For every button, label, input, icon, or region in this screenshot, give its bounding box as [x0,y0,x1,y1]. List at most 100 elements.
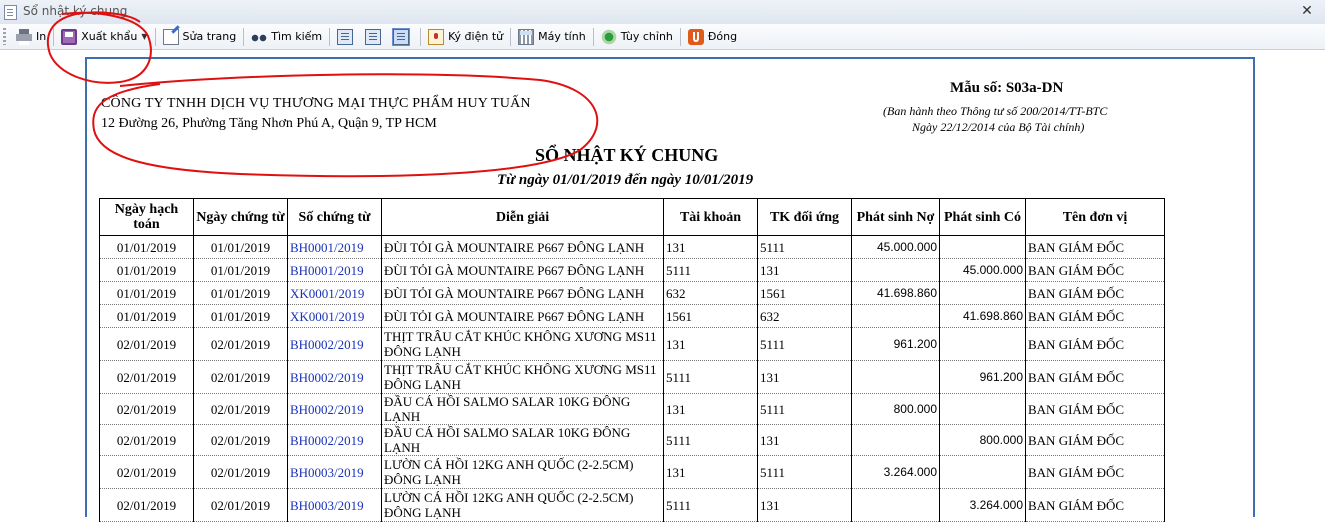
unit-name-cell: BAN GIÁM ĐỐC [1025,281,1165,305]
table-row[interactable]: 01/01/2019 01/01/2019 BH0001/2019 ĐÙI TỎI G… [99,235,1165,259]
col-description: Diễn giải [381,198,664,236]
toolbar-separator [679,27,681,46]
report-title: SỔ NHẬT KÝ CHUNG [535,145,719,165]
find-button[interactable]: Tìm kiếm [247,26,326,48]
table-row[interactable]: 01/01/2019 01/01/2019 BH0001/2019 ĐÙI TỎI G… [99,258,1165,282]
toolbar-grip[interactable] [3,28,6,45]
close-label: Đóng [707,30,738,43]
e-sign-button[interactable]: Ký điện tử [424,26,507,48]
page-border-right [1253,57,1255,517]
document-no-link[interactable]: BH0003/2019 [287,455,382,489]
account-cell: 131 [663,455,758,489]
view-page-width-button[interactable] [361,26,389,48]
col-debit: Phát sinh Nợ [851,198,940,236]
view-whole-page-button[interactable] [389,26,417,48]
export-button[interactable]: Xuất khẩu ▼ [57,26,151,48]
edit-page-button[interactable]: Sửa trang [159,26,241,48]
calculator-button[interactable]: Máy tính [514,26,590,48]
description-cell: ĐẦU CÁ HỒI SALMO SALAR 10KG ĐÔNG LẠNH [381,393,664,425]
toolbar-separator [243,27,245,46]
company-name: CÔNG TY TNHH DỊCH VỤ THƯƠNG MẠI THỰC PHẨ… [101,96,531,111]
window-title: Sổ nhật ký chung [23,4,128,18]
document-icon [4,5,17,20]
account-cell: 131 [663,235,758,259]
document-date-cell: 02/01/2019 [193,455,288,489]
description-cell: THỊT TRÂU CẮT KHÚC KHÔNG XƯƠNG MS11 ĐÔNG… [381,327,664,361]
unit-name-cell: BAN GIÁM ĐỐC [1025,393,1165,425]
debit-cell [851,424,940,456]
description-cell: ĐÙI TỎI GÀ MOUNTAIRE P667 ĐÔNG LẠNH [381,235,664,259]
options-label: Tùy chỉnh [620,30,673,43]
edit-page-icon [162,28,179,45]
credit-cell [939,455,1026,489]
table-row[interactable]: 02/01/2019 02/01/2019 BH0002/2019 THỊT TRÂU… [99,327,1165,361]
whole-page-icon [392,27,411,46]
document-no-link[interactable]: BH0002/2019 [287,424,382,456]
col-posting-date: Ngày hạch toán [99,198,194,236]
print-button[interactable]: In [12,26,50,48]
close-report-button[interactable]: Đóng [684,26,741,48]
debit-cell: 961.200 [851,327,940,361]
window-close-button[interactable]: ✕ [1297,2,1317,20]
posting-date-cell: 02/01/2019 [99,360,194,394]
options-button[interactable]: Tùy chỉnh [597,26,677,48]
save-icon [61,28,78,45]
document-no-link[interactable]: BH0002/2019 [287,360,382,394]
credit-cell: 41.698.860 [939,304,1026,328]
table-row[interactable]: 01/01/2019 01/01/2019 XK0001/2019 ĐÙI TỎI G… [99,304,1165,328]
credit-cell: 961.200 [939,360,1026,394]
document-no-link[interactable]: BH0002/2019 [287,393,382,425]
document-no-link[interactable]: BH0001/2019 [287,235,382,259]
credit-cell [939,393,1026,425]
toolbar: In Xuất khẩu ▼ Sửa trang Tìm kiếm Ký điệ… [0,24,1325,50]
document-no-link[interactable]: BH0001/2019 [287,258,382,282]
chevron-down-icon[interactable]: ▼ [141,32,147,41]
debit-cell [851,304,940,328]
unit-name-cell: BAN GIÁM ĐỐC [1025,455,1165,489]
debit-cell: 45.000.000 [851,235,940,259]
toolbar-separator [53,27,55,46]
description-cell: LƯỜN CÁ HỒI 12KG ANH QUỐC (2-2.5CM) ĐÔNG… [381,455,664,489]
table-row[interactable]: 02/01/2019 02/01/2019 BH0002/2019 ĐẦU CÁ HỒ… [99,424,1165,456]
credit-cell [939,281,1026,305]
find-label: Tìm kiếm [271,30,323,43]
account-cell: 632 [663,281,758,305]
title-bar: Sổ nhật ký chung ✕ [0,0,1325,25]
debit-cell: 41.698.860 [851,281,940,305]
credit-cell: 45.000.000 [939,258,1026,282]
form-number: Mẫu số: S03a-DN [950,80,1064,96]
page-width-icon [365,28,382,45]
document-date-cell: 01/01/2019 [193,235,288,259]
document-no-link[interactable]: BH0002/2019 [287,327,382,361]
col-document-date: Ngày chứng từ [193,198,288,236]
description-cell: ĐÙI TỎI GÀ MOUNTAIRE P667 ĐÔNG LẠNH [381,304,664,328]
single-page-icon [337,28,354,45]
credit-cell: 800.000 [939,424,1026,456]
toolbar-separator [420,27,422,46]
debit-cell: 800.000 [851,393,940,425]
unit-name-cell: BAN GIÁM ĐỐC [1025,258,1165,282]
credit-cell [939,327,1026,361]
document-date-cell: 01/01/2019 [193,281,288,305]
col-account: Tài khoản [663,198,758,236]
document-no-link[interactable]: XK0001/2019 [287,281,382,305]
posting-date-cell: 01/01/2019 [99,235,194,259]
account-cell: 131 [663,393,758,425]
table-row[interactable]: 01/01/2019 01/01/2019 XK0001/2019 ĐÙI TỎI G… [99,281,1165,305]
calculator-label: Máy tính [538,30,586,43]
page-border-top [85,57,1255,59]
description-cell: ĐÙI TỎI GÀ MOUNTAIRE P667 ĐÔNG LẠNH [381,281,664,305]
form-regulation-date: Ngày 22/12/2014 của Bộ Tài chính) [912,120,1085,134]
description-cell: ĐẦU CÁ HỒI SALMO SALAR 10KG ĐÔNG LẠNH [381,424,664,456]
table-header-row: Ngày hạch toán Ngày chứng từ Số chứng từ… [99,198,1165,236]
view-single-page-button[interactable] [333,26,361,48]
col-unit-name: Tên đơn vị [1025,198,1165,236]
table-row[interactable]: 02/01/2019 02/01/2019 BH0003/2019 LƯỜN CÁ H… [99,455,1165,489]
posting-date-cell: 02/01/2019 [99,424,194,456]
table-row[interactable]: 02/01/2019 02/01/2019 BH0002/2019 THỊT TRÂU… [99,360,1165,394]
counter-account-cell: 1561 [757,281,852,305]
document-no-link[interactable]: XK0001/2019 [287,304,382,328]
debit-cell: 3.264.000 [851,455,940,489]
table-row[interactable]: 02/01/2019 02/01/2019 BH0002/2019 ĐẦU CÁ HỒ… [99,393,1165,425]
posting-date-cell: 02/01/2019 [99,327,194,361]
